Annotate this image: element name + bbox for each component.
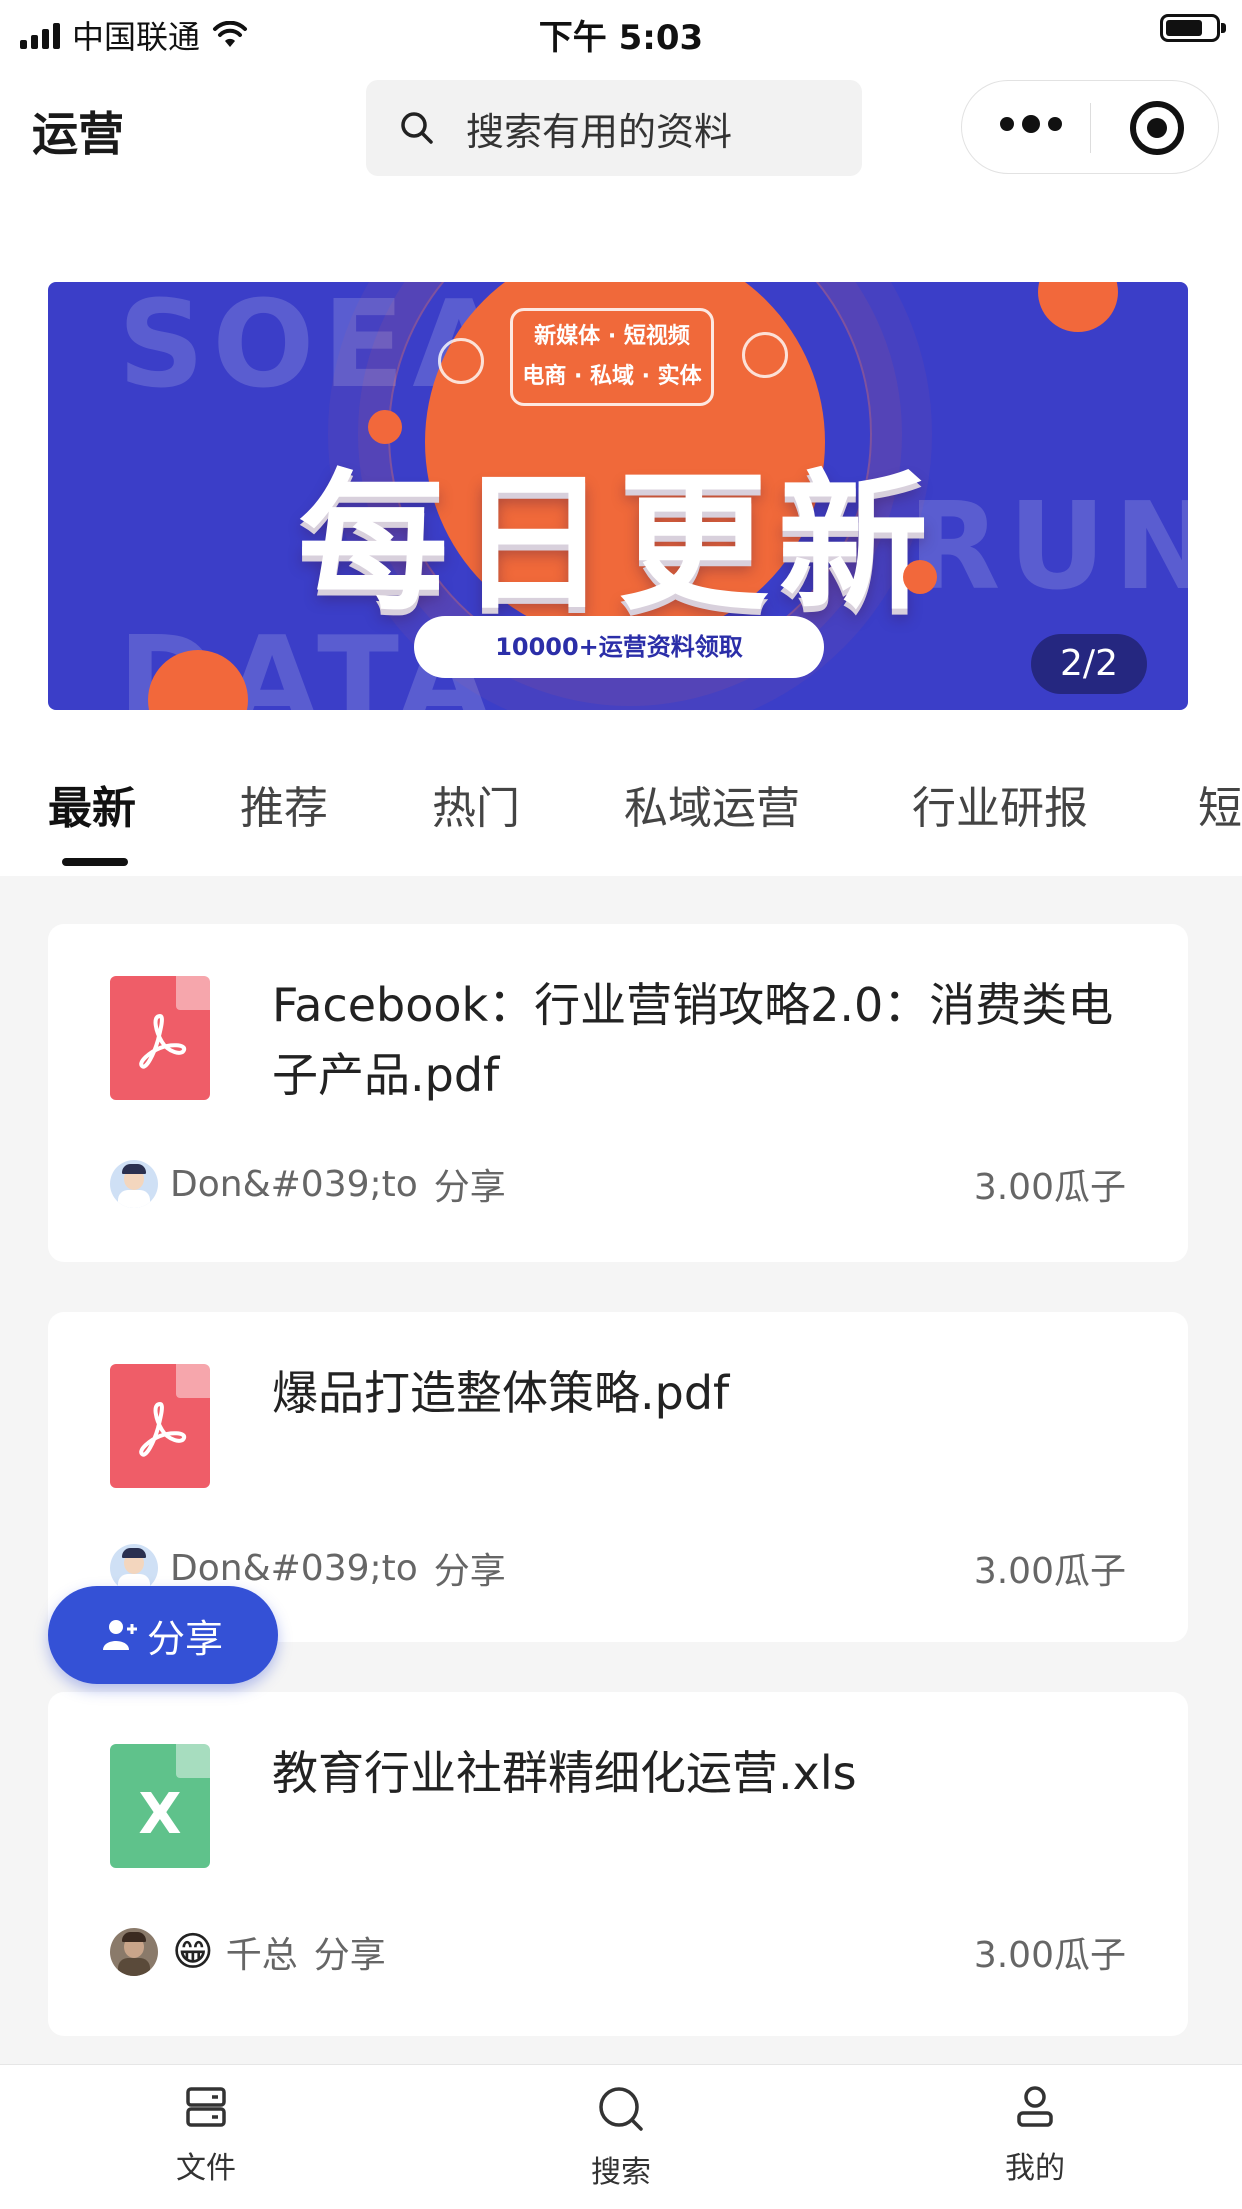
file-card[interactable]: X 教育行业社群精细化运营.xls 😁 千总 分享 3.00瓜子 [48,1692,1188,2036]
banner-ball [903,560,937,594]
category-tabs: 最新 推荐 热门 私域运营 行业研报 短 [0,772,1242,876]
bottom-nav: 文件 搜索 我的 [0,2064,1242,2209]
share-label: 分享 [433,1551,506,1592]
nav-label: 我的 [1005,2151,1065,2186]
file-title: Facebook：行业营销攻略2.0：消费类电子产品.pdf [272,978,1114,1102]
active-tab-indicator [62,858,128,866]
banner-tag: 电商 · 私域 · 实体 [522,364,702,389]
nav-item-search[interactable]: 搜索 [541,2085,701,2191]
file-drawer-icon [186,2087,226,2127]
nav-label: 搜索 [591,2155,651,2190]
share-label: 分享 [313,1935,386,1976]
author-name: 千总 [225,1935,298,1976]
add-user-icon [102,1620,137,1650]
share-button[interactable]: 分享 [48,1586,278,1684]
banner-circle [438,338,484,384]
file-title: 教育行业社群精细化运营.xls [272,1746,857,1800]
battery-icon [1160,14,1226,42]
miniprogram-capsule [961,80,1219,174]
search-placeholder: 搜索有用的资料 [466,109,733,154]
xls-glyph: X [138,1782,182,1847]
price-label: 3.00瓜子 [973,1935,1126,1976]
tab-industry-report[interactable]: 行业研报 [912,772,1088,836]
banner-ball [1038,282,1118,332]
author-name: Don&#039;to [170,1163,418,1205]
page-title: 运营 [32,107,124,161]
status-bar: 中国联通 下午 5:03 [0,0,1242,62]
search-icon [599,2087,643,2131]
nav-item-mine[interactable]: 我的 [955,2085,1115,2187]
more-icon[interactable] [1000,115,1062,133]
avatar [110,1160,158,1208]
price-label: 3.00瓜子 [973,1551,1126,1592]
nav-label: 文件 [176,2151,236,2186]
tab-hot[interactable]: 热门 [432,772,520,836]
price-label: 3.00瓜子 [973,1167,1126,1208]
banner-tag-box: 新媒体 · 短视频 电商 · 私域 · 实体 [510,308,714,406]
file-meta: 😁 千总 分享 3.00瓜子 [110,1926,1126,1978]
file-meta: Don&#039;to 分享 3.00瓜子 [110,1542,1126,1594]
user-icon [1017,2086,1053,2127]
share-button-label: 分享 [146,1616,223,1661]
author-name: Don&#039;to [170,1547,418,1589]
avatar [110,1544,158,1592]
avatar [110,1928,158,1976]
banner-circle [742,332,788,378]
xls-file-icon: X [110,1744,210,1868]
banner-page-indicator: 2/2 [1031,634,1147,694]
banner-headline: 每日更新 [297,457,938,631]
pdf-file-icon [110,1364,210,1488]
pdf-file-icon [110,976,210,1100]
search-icon [401,112,433,144]
file-card[interactable]: Facebook：行业营销攻略2.0：消费类电子产品.pdf Don&#039;… [48,924,1188,1262]
banner-tag: 新媒体 · 短视频 [534,324,690,349]
promo-banner[interactable]: SOEA RUN DATA 新媒体 · 短视频 电商 · 私域 · 实体 每日更… [48,282,1188,710]
nav-item-files[interactable]: 文件 [126,2085,286,2187]
close-miniprogram-icon[interactable] [1130,101,1184,155]
status-time: 下午 5:03 [538,18,704,58]
file-title: 爆品打造整体策略.pdf [272,1366,730,1420]
tab-recommended[interactable]: 推荐 [240,772,328,836]
search-input[interactable]: 搜索有用的资料 [366,80,862,176]
grinning-emoji-icon: 😁 [172,1929,214,1975]
tab-short[interactable]: 短 [1198,772,1242,836]
tab-latest[interactable]: 最新 [48,772,136,836]
share-label: 分享 [433,1167,506,1208]
tab-private-domain[interactable]: 私域运营 [624,772,800,836]
file-meta: Don&#039;to 分享 3.00瓜子 [110,1158,1126,1210]
banner-cta: 10000+运营资料领取 [414,616,824,678]
